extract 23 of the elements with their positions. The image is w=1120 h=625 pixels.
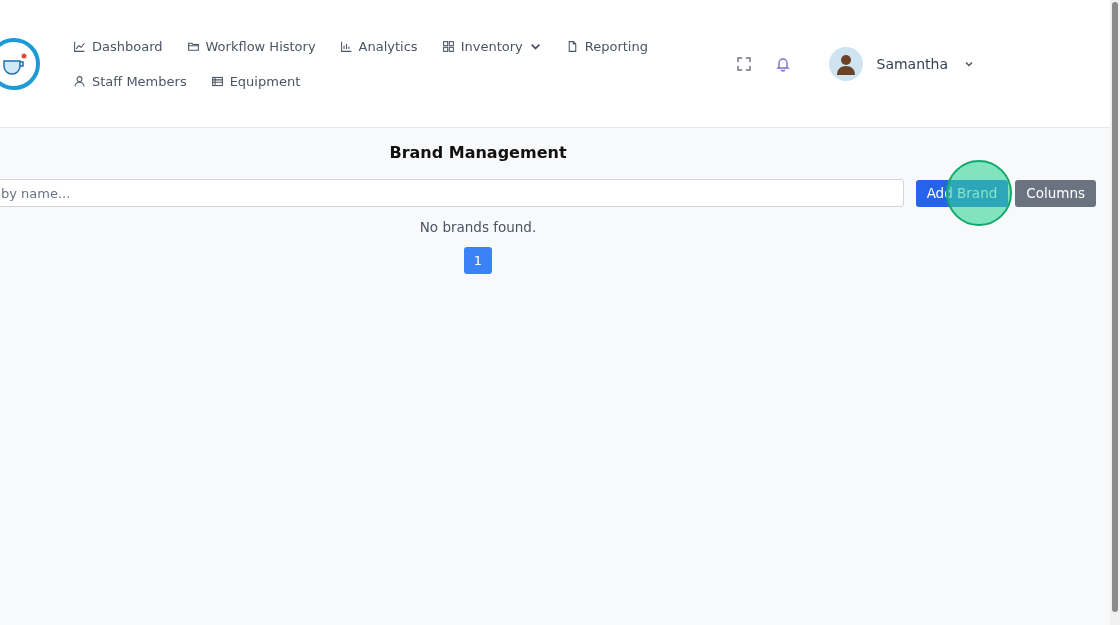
empty-message: No brands found. [419,219,537,235]
notification-bell-icon[interactable] [774,55,791,72]
nav-link[interactable]: Reporting [565,38,648,54]
page-button[interactable]: 1 [464,247,492,274]
nav-link[interactable]: Inventory [441,38,542,54]
search-field[interactable]: by name... [0,179,904,207]
nav-link[interactable]: Workflow History [186,38,316,54]
nav-link[interactable]: Staff Members [73,73,187,89]
bars-icon [339,39,353,53]
user-icon [73,74,86,88]
user-avatar[interactable] [828,46,863,81]
page-title: Brand Management [389,143,567,162]
user-name[interactable]: Samantha [876,55,948,72]
nav-link[interactable]: Dashboard [73,38,163,54]
list-icon [210,74,224,88]
fullscreen-icon[interactable] [735,55,752,72]
app-logo[interactable] [0,37,40,90]
scrollbar[interactable] [1110,0,1120,625]
grid-icon [441,39,455,53]
nav-link[interactable]: Analytics [339,38,418,54]
chart-line-icon [73,39,86,53]
columns-button[interactable]: Columns [1015,179,1096,207]
nav-link[interactable]: Equipment [210,73,301,89]
